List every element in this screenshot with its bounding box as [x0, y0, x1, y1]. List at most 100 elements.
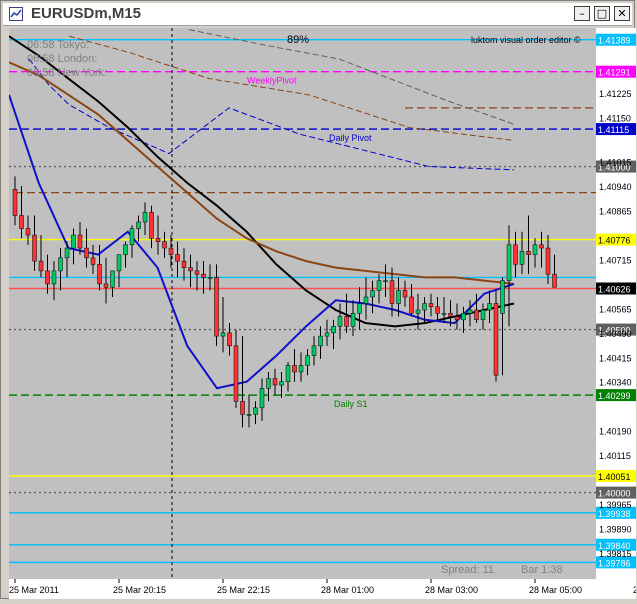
- chart-plot-area[interactable]: WeeklyPivotDaily PivotDaily S1D1 10H1 10…: [8, 28, 637, 579]
- candle-body: [279, 381, 284, 386]
- candle-body: [519, 251, 525, 265]
- y-tick-label: 1.40565: [599, 304, 632, 314]
- candle-body: [155, 238, 161, 242]
- maximize-button[interactable]: □: [594, 6, 610, 21]
- candle-body: [38, 260, 44, 272]
- bar-timer-label: Bar 1:38: [521, 564, 563, 576]
- candle-body: [77, 234, 83, 249]
- x-tick-label: 25 Mar 2011: [9, 585, 59, 595]
- moving-average-line: [8, 94, 515, 390]
- y-tick-label: 1.41225: [599, 89, 632, 99]
- candle-body: [149, 211, 154, 239]
- editor-label: luktom visual order editor ©: [471, 35, 581, 45]
- price-label: 1.40776: [598, 236, 631, 246]
- candle-body: [298, 365, 304, 373]
- session-label: 03:58 New York:: [27, 67, 107, 79]
- price-label: 1.40626: [598, 285, 631, 295]
- price-axis-svg: 1.413891.412911.411151.410001.407761.406…: [596, 33, 636, 569]
- maximize-icon: □: [596, 7, 608, 20]
- candle-body: [123, 244, 128, 255]
- candle-body: [253, 407, 258, 415]
- candle-body: [110, 270, 115, 288]
- candle-body: [19, 215, 24, 229]
- x-tick-label: 28 Mar 03:00: [425, 585, 478, 595]
- candle-body: [97, 264, 102, 285]
- close-button[interactable]: ✕: [614, 6, 630, 21]
- candle-body: [552, 273, 557, 288]
- candle-body: [409, 296, 414, 314]
- candle-body: [493, 303, 499, 376]
- candle-body: [58, 257, 63, 272]
- candle-body: [64, 247, 70, 259]
- y-tick-label: 1.41015: [599, 158, 632, 168]
- price-axis[interactable]: 1.41389 1.41291 1.41115 1.41000 1.40776 1.406…: [596, 28, 636, 579]
- candle-body: [526, 251, 531, 255]
- window-title: EURUSDm,M15: [31, 5, 142, 22]
- y-tick-label: 1.41150: [599, 114, 631, 124]
- candle-body: [311, 345, 317, 356]
- candle-body: [350, 313, 356, 327]
- candle-body: [214, 277, 219, 337]
- candle-body: [162, 241, 167, 249]
- candle-body: [428, 303, 434, 308]
- candle-body: [233, 345, 239, 402]
- price-label: 1.41389: [598, 36, 631, 46]
- candle-body: [435, 306, 440, 314]
- candle-body: [142, 211, 148, 223]
- candle-body: [168, 247, 174, 255]
- y-tick-label: 1.40715: [599, 255, 632, 265]
- candle-body: [201, 273, 206, 278]
- candle-body: [448, 313, 453, 317]
- candle-body: [324, 332, 330, 337]
- band-line: [68, 35, 515, 141]
- y-tick-label: 1.40865: [599, 207, 632, 217]
- y-tick-label: 1.39815: [599, 549, 632, 559]
- candle-body: [259, 388, 265, 409]
- candle-body: [103, 283, 109, 288]
- price-chart[interactable]: WeeklyPivotDaily PivotDaily S1D1 10H1 10…: [8, 28, 637, 579]
- band-line: [188, 29, 515, 125]
- candle-body: [415, 309, 421, 314]
- y-tick-label: 1.40490: [599, 329, 632, 339]
- minimize-button[interactable]: –: [574, 6, 590, 21]
- candle-body: [331, 326, 336, 334]
- candle-body: [227, 332, 232, 347]
- candle-body: [461, 313, 466, 321]
- y-tick-label: 1.40415: [599, 353, 632, 363]
- candle-body: [246, 414, 252, 416]
- chart-window-icon: [9, 7, 23, 21]
- candle-body: [363, 296, 369, 304]
- candle-body: [292, 365, 297, 373]
- candle-body: [376, 280, 382, 291]
- candle-body: [480, 309, 486, 321]
- x-tick-label: 25 Mar 22:15: [217, 585, 270, 595]
- candle-body: [396, 290, 401, 304]
- candle-body: [272, 378, 278, 386]
- candle-body: [194, 270, 200, 275]
- candle-body: [181, 260, 187, 268]
- close-icon: ✕: [617, 7, 627, 20]
- y-tick-label: 1.40190: [599, 427, 632, 437]
- price-label: 1.41291: [598, 68, 631, 78]
- candle-body: [25, 228, 31, 236]
- candle-body: [513, 244, 518, 265]
- candle-body: [370, 290, 375, 298]
- candle-body: [402, 290, 408, 298]
- candle-body: [136, 221, 141, 229]
- candle-body: [389, 280, 395, 304]
- candle-body: [129, 228, 135, 246]
- x-tick-label: 28 Mar 01:00: [321, 585, 374, 595]
- price-label: 1.39938: [598, 509, 631, 519]
- candle-body: [487, 303, 492, 311]
- top-percent-label: 89%: [287, 34, 309, 46]
- candle-body: [84, 247, 89, 259]
- time-axis[interactable]: 25 Mar 2011 25 Mar 20:15 25 Mar 22:15 28 Ma…: [9, 579, 637, 599]
- title-bar[interactable]: EURUSDm,M15 – □ ✕: [3, 3, 632, 26]
- y-tick-label: 1.40940: [599, 182, 632, 192]
- price-label: 1.41115: [598, 125, 629, 135]
- candle-body: [116, 254, 122, 272]
- candle-body: [266, 378, 271, 389]
- candle-body: [441, 313, 447, 315]
- candle-body: [285, 365, 291, 382]
- price-label: 1.40000: [598, 489, 631, 499]
